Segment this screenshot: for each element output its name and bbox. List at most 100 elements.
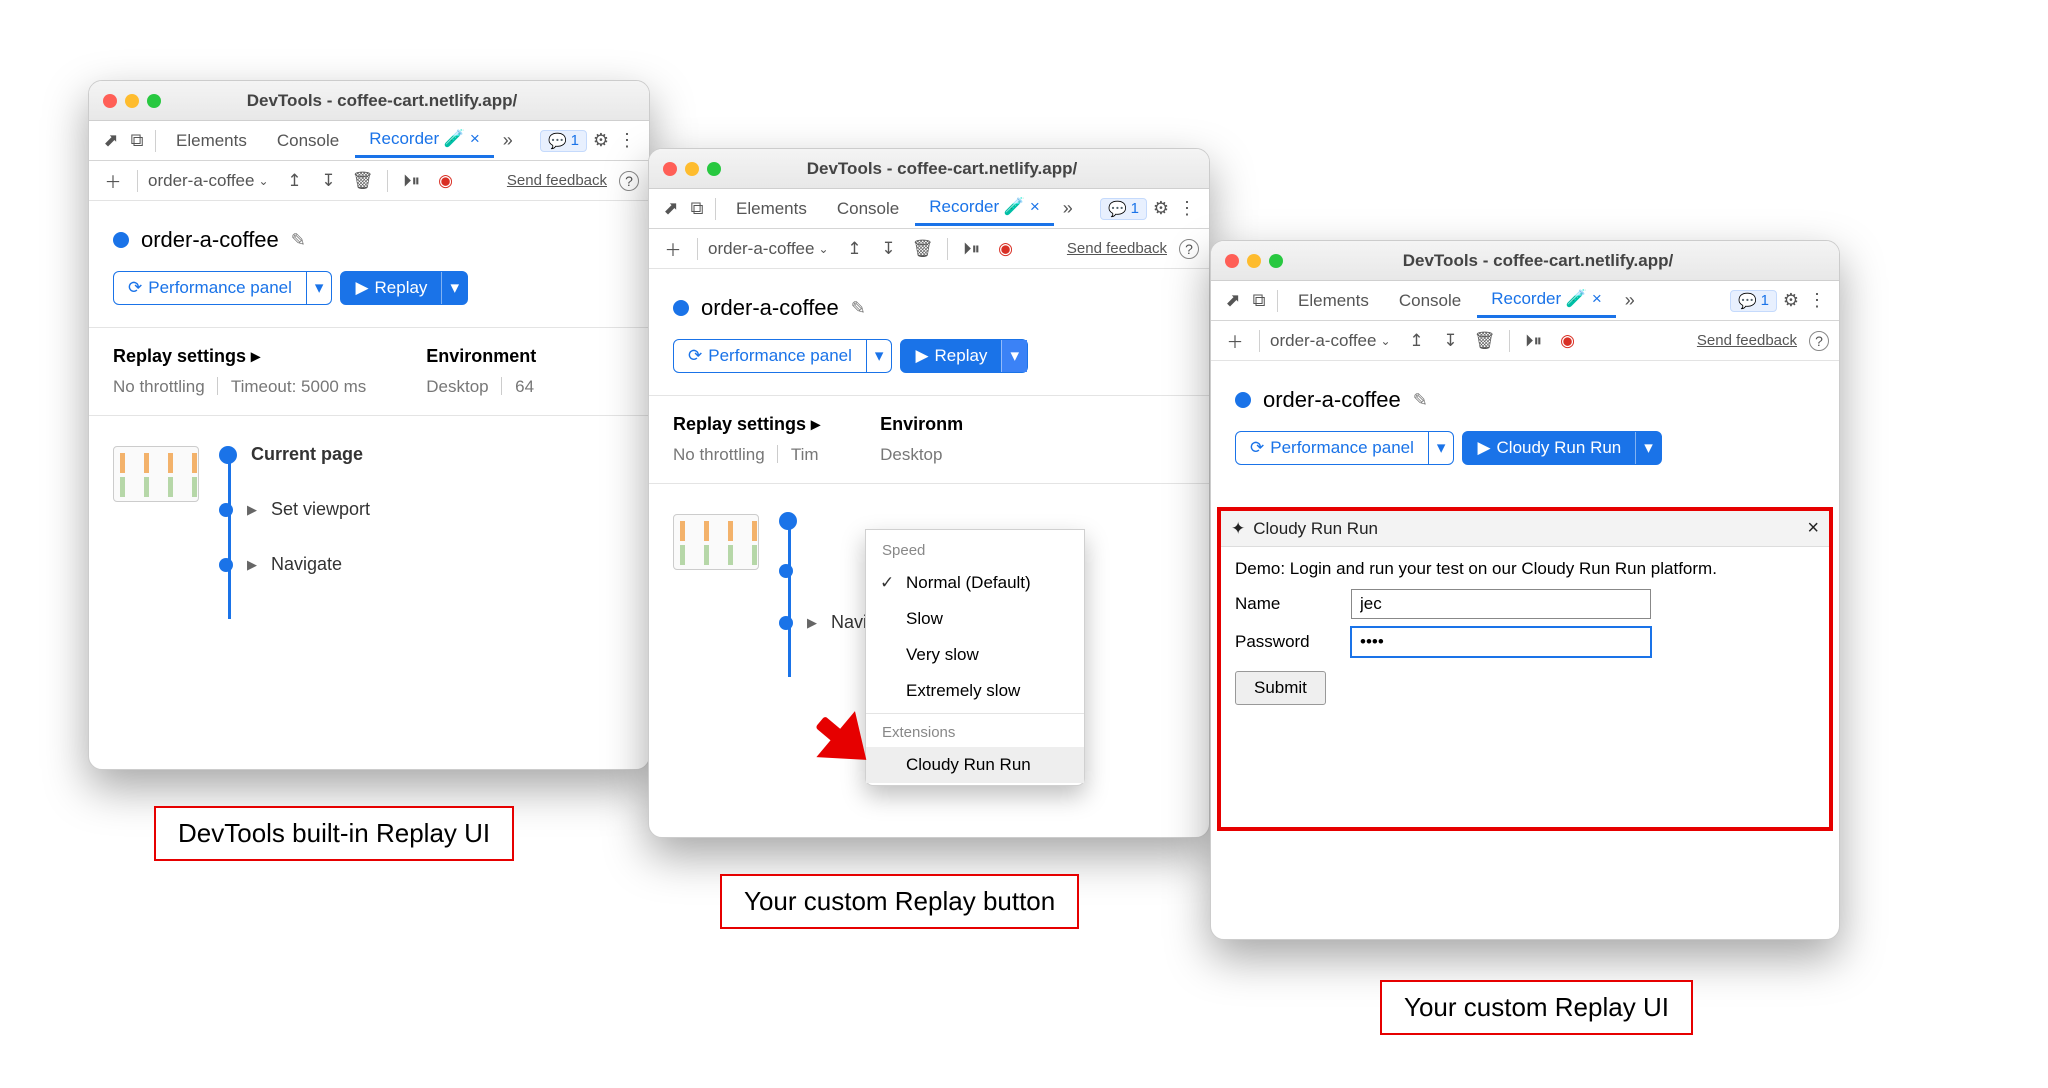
import-icon[interactable]: ↧: [315, 167, 343, 195]
flask-icon: 🧪: [444, 129, 465, 148]
recording-selector[interactable]: order-a-coffee ⌄: [708, 239, 829, 259]
zoom-window-icon[interactable]: [707, 162, 721, 176]
inspect-icon[interactable]: ⬈: [99, 129, 123, 153]
step-navigate[interactable]: ▶ Navigate: [219, 554, 625, 575]
extension-panel: ✦ Cloudy Run Run × Demo: Login and run y…: [1217, 507, 1833, 831]
issues-badge[interactable]: 💬 1: [1730, 290, 1777, 312]
menu-item-normal[interactable]: Normal (Default): [866, 565, 1084, 601]
tab-close-icon[interactable]: ×: [1592, 289, 1602, 308]
close-window-icon[interactable]: [1225, 254, 1239, 268]
recording-selector[interactable]: order-a-coffee ⌄: [148, 171, 269, 191]
gear-icon[interactable]: ⚙: [1779, 289, 1803, 313]
import-icon[interactable]: ↧: [875, 235, 903, 263]
step-icon[interactable]: ⏵⏸: [1520, 327, 1548, 355]
edit-title-icon[interactable]: ✎: [291, 230, 306, 251]
extension-panel-title: Cloudy Run Run: [1253, 519, 1378, 539]
device-icon[interactable]: ⧉: [1247, 289, 1271, 313]
extension-close-icon[interactable]: ×: [1807, 517, 1819, 540]
edit-title-icon[interactable]: ✎: [1413, 390, 1428, 411]
new-recording-icon[interactable]: ＋: [659, 235, 687, 263]
tab-recorder[interactable]: Recorder 🧪 ×: [1477, 283, 1616, 318]
custom-replay-caret[interactable]: ▾: [1635, 432, 1661, 464]
new-recording-icon[interactable]: ＋: [1221, 327, 1249, 355]
replay-button-caret[interactable]: ▾: [441, 272, 467, 304]
tab-console[interactable]: Console: [1385, 285, 1475, 317]
import-icon[interactable]: ↧: [1437, 327, 1465, 355]
tab-elements[interactable]: Elements: [722, 193, 821, 225]
tab-recorder[interactable]: Recorder 🧪 ×: [355, 123, 494, 158]
replay-settings-heading[interactable]: Replay settings ▸: [673, 414, 820, 435]
device-icon[interactable]: ⧉: [685, 197, 709, 221]
export-icon[interactable]: ↥: [841, 235, 869, 263]
send-feedback-link[interactable]: Send feedback: [507, 172, 607, 189]
tab-close-icon[interactable]: ×: [1030, 197, 1040, 216]
performance-panel-caret[interactable]: ▾: [866, 340, 892, 372]
replay-button[interactable]: ▶ Replay ▾: [340, 271, 468, 305]
more-tabs-icon[interactable]: »: [1618, 289, 1642, 313]
tab-recorder[interactable]: Recorder 🧪 ×: [915, 191, 1054, 226]
extension-puzzle-icon: ✦: [1231, 519, 1245, 539]
performance-panel-button[interactable]: ⟳ Performance panel ▾: [1235, 431, 1454, 465]
performance-panel-caret[interactable]: ▾: [306, 272, 332, 304]
send-feedback-link[interactable]: Send feedback: [1697, 332, 1797, 349]
record-icon[interactable]: ◉: [432, 167, 460, 195]
issues-badge[interactable]: 💬 1: [540, 130, 587, 152]
tab-elements[interactable]: Elements: [1284, 285, 1383, 317]
tab-console[interactable]: Console: [263, 125, 353, 157]
minimize-window-icon[interactable]: [125, 94, 139, 108]
record-icon[interactable]: ◉: [992, 235, 1020, 263]
name-input[interactable]: [1351, 589, 1651, 619]
step-icon[interactable]: ⏵⏸: [958, 235, 986, 263]
menu-item-slow[interactable]: Slow: [866, 601, 1084, 637]
help-icon[interactable]: ?: [1179, 239, 1199, 259]
more-tabs-icon[interactable]: »: [1056, 197, 1080, 221]
more-tabs-icon[interactable]: »: [496, 129, 520, 153]
kebab-icon[interactable]: ⋮: [615, 129, 639, 153]
help-icon[interactable]: ?: [619, 171, 639, 191]
record-icon[interactable]: ◉: [1554, 327, 1582, 355]
minimize-window-icon[interactable]: [685, 162, 699, 176]
tab-console[interactable]: Console: [823, 193, 913, 225]
export-icon[interactable]: ↥: [281, 167, 309, 195]
recording-selector[interactable]: order-a-coffee ⌄: [1270, 331, 1391, 351]
new-recording-icon[interactable]: ＋: [99, 167, 127, 195]
gear-icon[interactable]: ⚙: [589, 129, 613, 153]
zoom-window-icon[interactable]: [147, 94, 161, 108]
step-current-page[interactable]: Current page: [219, 444, 625, 465]
step-icon[interactable]: ⏵⏸: [398, 167, 426, 195]
edit-title-icon[interactable]: ✎: [851, 298, 866, 319]
menu-item-extremely-slow[interactable]: Extremely slow: [866, 673, 1084, 709]
replay-button-caret[interactable]: ▾: [1001, 340, 1027, 372]
step-current-page[interactable]: [779, 512, 1185, 530]
step-set-viewport[interactable]: ▶ Set viewport: [219, 499, 625, 520]
minimize-window-icon[interactable]: [1247, 254, 1261, 268]
gear-icon[interactable]: ⚙: [1149, 197, 1173, 221]
menu-item-extension-cloudy[interactable]: Cloudy Run Run: [866, 747, 1084, 783]
performance-panel-button[interactable]: ⟳ Performance panel ▾: [673, 339, 892, 373]
performance-panel-button[interactable]: ⟳ Performance panel ▾: [113, 271, 332, 305]
delete-icon[interactable]: 🗑: [1471, 327, 1499, 355]
delete-icon[interactable]: 🗑: [909, 235, 937, 263]
issues-badge[interactable]: 💬 1: [1100, 198, 1147, 220]
close-window-icon[interactable]: [663, 162, 677, 176]
export-icon[interactable]: ↥: [1403, 327, 1431, 355]
inspect-icon[interactable]: ⬈: [659, 197, 683, 221]
device-icon[interactable]: ⧉: [125, 129, 149, 153]
close-window-icon[interactable]: [103, 94, 117, 108]
tab-close-icon[interactable]: ×: [470, 129, 480, 148]
help-icon[interactable]: ?: [1809, 331, 1829, 351]
replay-button[interactable]: ▶ Replay ▾: [900, 339, 1028, 373]
send-feedback-link[interactable]: Send feedback: [1067, 240, 1167, 257]
kebab-icon[interactable]: ⋮: [1805, 289, 1829, 313]
password-input[interactable]: [1351, 627, 1651, 657]
inspect-icon[interactable]: ⬈: [1221, 289, 1245, 313]
tab-elements[interactable]: Elements: [162, 125, 261, 157]
zoom-window-icon[interactable]: [1269, 254, 1283, 268]
replay-settings-heading[interactable]: Replay settings ▸: [113, 346, 366, 367]
submit-button[interactable]: Submit: [1235, 671, 1326, 705]
delete-icon[interactable]: 🗑: [349, 167, 377, 195]
performance-panel-caret[interactable]: ▾: [1428, 432, 1454, 464]
kebab-icon[interactable]: ⋮: [1175, 197, 1199, 221]
menu-item-very-slow[interactable]: Very slow: [866, 637, 1084, 673]
custom-replay-button[interactable]: ▶ Cloudy Run Run ▾: [1462, 431, 1661, 465]
